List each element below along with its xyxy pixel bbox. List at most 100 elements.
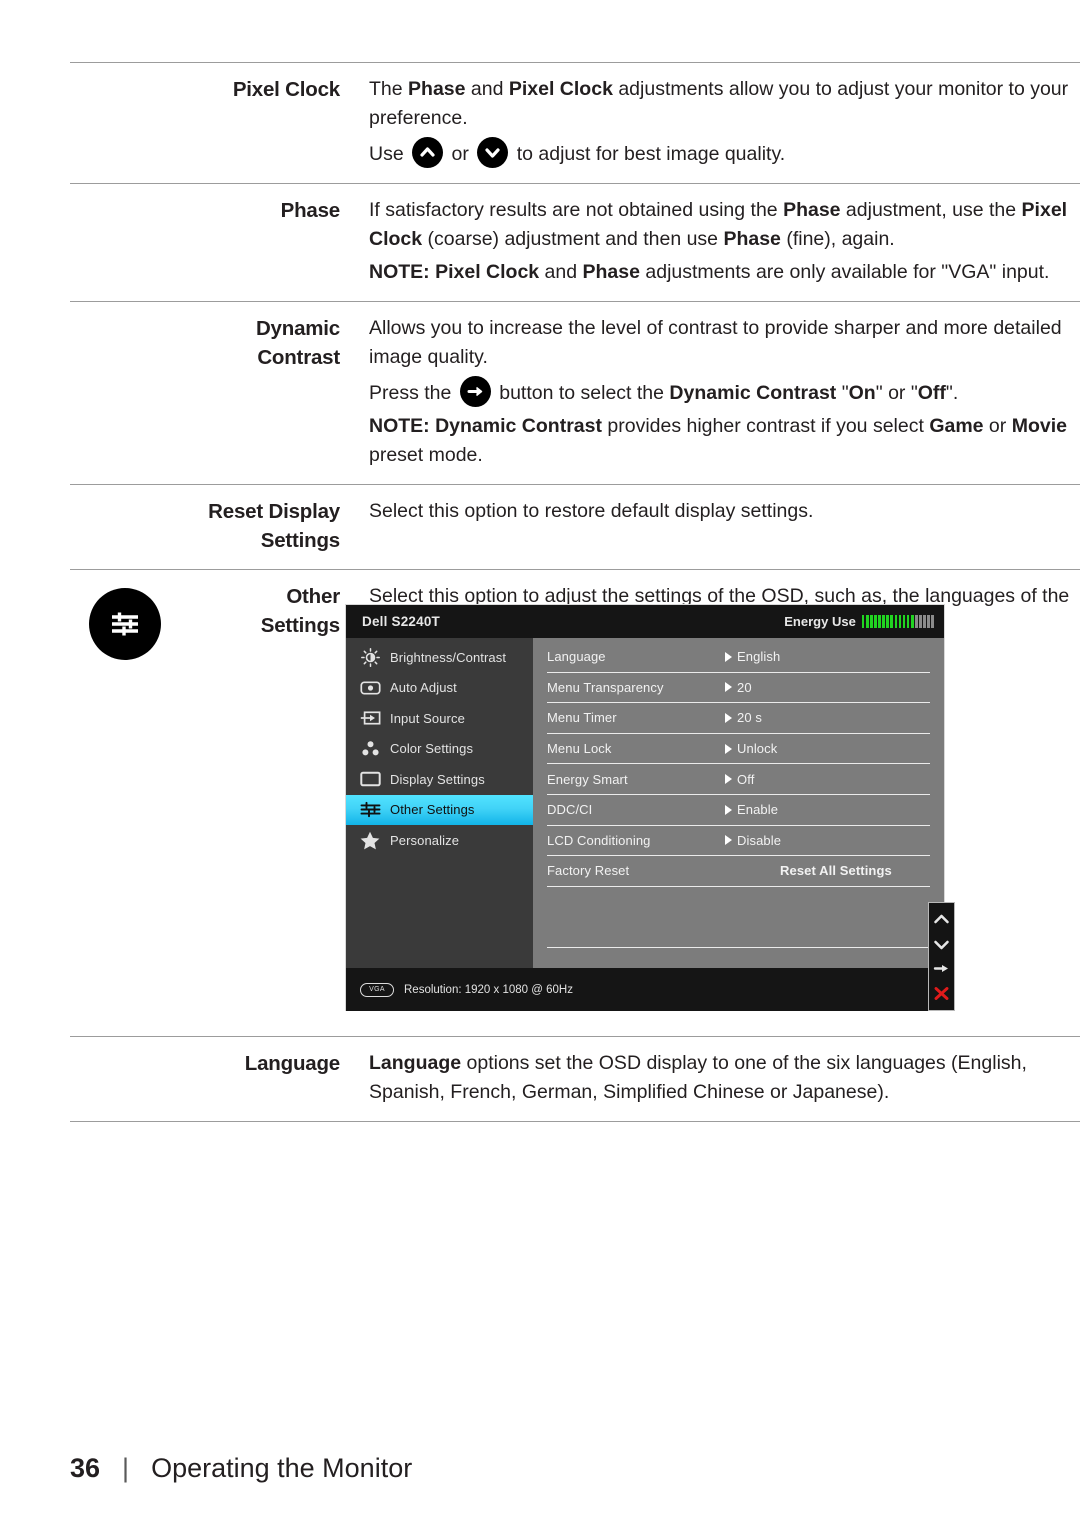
bold-run: Phase — [408, 78, 466, 100]
paragraph: Allows you to increase the level of cont… — [369, 317, 1062, 368]
osd-option-name: LCD Conditioning — [547, 832, 651, 848]
paragraph: Press the button to select the Dynamic C… — [369, 376, 1080, 408]
osd-menu-item-personalize[interactable]: Personalize — [346, 825, 533, 856]
icon-cell — [70, 497, 180, 503]
energy-bar-on — [870, 615, 873, 628]
osd-option-name: Menu Transparency — [547, 679, 664, 695]
row-label-dynamic-contrast: Dynamic Contrast — [180, 314, 340, 372]
bold-run: Dynamic Contrast — [669, 382, 837, 404]
osd-menu-item-label: Personalize — [390, 832, 460, 848]
osd-menu-item-auto-adjust[interactable]: Auto Adjust — [346, 673, 533, 704]
label-line-2: Settings — [260, 614, 340, 637]
osd-option-value-text: English — [737, 649, 781, 665]
osd-option-row[interactable]: Energy Smart Off — [547, 764, 930, 795]
text-run: The — [369, 78, 409, 100]
nav-close-x-icon[interactable] — [933, 982, 950, 1006]
energy-bar-on — [886, 615, 889, 628]
text-run: Press the — [369, 382, 452, 404]
caret-right-icon — [725, 651, 732, 662]
caret-right-icon — [725, 835, 732, 846]
osd-option-value-text: Reset All Settings — [780, 863, 892, 879]
row-label-other-settings: Other Settings — [180, 582, 340, 640]
osd-nav-buttons — [928, 902, 955, 1011]
text-run: Use — [369, 143, 404, 165]
energy-bar-on — [898, 615, 902, 628]
text-run: to adjust for best image quality. — [516, 143, 786, 165]
icon-cell — [70, 75, 180, 81]
row-label-pixel-clock: Pixel Clock — [232, 78, 340, 101]
row-label-phase: Phase — [280, 199, 341, 222]
osd-option-row[interactable]: Menu Lock Unlock — [547, 734, 930, 765]
osd-model-name: Dell S2240T — [362, 614, 440, 629]
osd-option-value-text: 20 — [737, 679, 752, 695]
osd-option-value: Off — [725, 772, 754, 787]
caret-right-icon — [725, 712, 732, 723]
osd-menu-item-color-settings[interactable]: Color Settings — [346, 734, 533, 765]
display-settings-icon — [355, 771, 385, 787]
row-description-reset-display-settings: Select this option to restore default di… — [340, 497, 1080, 526]
label-line-2: Contrast — [257, 346, 340, 369]
row-description-language: Language options set the OSD display to … — [340, 1049, 1080, 1107]
right-arrow-button-icon — [459, 376, 491, 407]
row-label-reset-display-settings: Reset Display Settings — [180, 497, 340, 555]
label-line-2: Settings — [260, 529, 340, 552]
up-arrow-button-icon — [412, 137, 444, 168]
osd-option-row[interactable]: Menu Timer 20 s — [547, 703, 930, 734]
text-run: adjustments are only available for "VGA"… — [639, 261, 1050, 283]
nav-right-arrow-icon[interactable] — [933, 957, 950, 981]
osd-option-row[interactable]: DDC/CI Enable — [547, 795, 930, 826]
bold-run: Language — [369, 1052, 462, 1074]
table-row-dynamic-contrast: Dynamic Contrast Allows you to increase … — [70, 301, 1080, 484]
nav-down-arrow-icon[interactable] — [933, 932, 950, 956]
osd-menu-item-label: Auto Adjust — [390, 680, 457, 696]
osd-option-row-blank — [547, 887, 930, 918]
osd-option-row[interactable]: Language English — [547, 642, 930, 673]
row-label-language: Language — [244, 1052, 340, 1075]
bold-run: Off — [917, 382, 946, 404]
osd-menu-item-label: Display Settings — [390, 771, 485, 787]
bold-run: Phase — [783, 199, 841, 221]
osd-option-row[interactable]: Factory Reset Reset All Settings — [547, 856, 930, 887]
icon-cell — [70, 582, 180, 660]
osd-menu-item-display-settings[interactable]: Display Settings — [346, 764, 533, 795]
paragraph: If satisfactory results are not obtained… — [369, 196, 1080, 254]
sliders-icon — [89, 588, 161, 660]
osd-footer: VGA Resolution: 1920 x 1080 @ 60Hz — [346, 968, 944, 1011]
osd-option-value-text: Disable — [737, 832, 782, 848]
osd-menu-item-other-settings[interactable]: Other Settings — [346, 794, 533, 825]
osd-header: Dell S2240T Energy Use — [346, 605, 944, 638]
energy-bar-off — [923, 615, 926, 628]
osd-option-name: Factory Reset — [547, 863, 630, 879]
bold-run: Game — [929, 415, 984, 437]
text-run: (fine), again. — [780, 228, 895, 250]
osd-option-list: Language English Menu Transparency 20 Menu T… — [533, 638, 944, 968]
paragraph: The Phase and Pixel Clock adjustments al… — [369, 75, 1080, 133]
osd-resolution-text: Resolution: 1920 x 1080 @ 60Hz — [404, 983, 573, 996]
brightness-icon — [355, 647, 385, 667]
energy-bar-on — [902, 615, 906, 628]
text-run: ". — [945, 382, 959, 404]
osd-option-name: Menu Timer — [547, 710, 617, 726]
color-settings-icon — [355, 740, 385, 757]
note-lead: NOTE: — [369, 261, 430, 283]
osd-menu-item-input-source[interactable]: Input Source — [346, 703, 533, 734]
nav-up-arrow-icon[interactable] — [933, 907, 950, 931]
caret-right-icon — [725, 743, 732, 754]
osd-option-name: Language — [547, 649, 606, 665]
osd-option-value: Unlock — [725, 741, 777, 756]
text-run: preset mode. — [369, 444, 483, 466]
osd-option-row[interactable]: Menu Transparency 20 — [547, 673, 930, 704]
osd-option-row[interactable]: LCD Conditioning Disable — [547, 826, 930, 857]
caret-right-icon — [725, 804, 732, 815]
energy-bar-off — [927, 615, 930, 628]
osd-menu-item-brightness-contrast[interactable]: Brightness/Contrast — [346, 642, 533, 673]
text-run: options set the OSD display to one of th… — [369, 1052, 1027, 1103]
energy-use-indicator: Energy Use — [784, 614, 934, 629]
osd-option-name: DDC/CI — [547, 802, 593, 818]
row-description-phase: If satisfactory results are not obtained… — [340, 196, 1080, 287]
osd-option-row-blank — [547, 917, 930, 948]
table-bottom-divider — [70, 1121, 1080, 1122]
paragraph: Use or to adjust for best image quality. — [369, 137, 1080, 169]
text-run: " or " — [875, 382, 918, 404]
bold-run: On — [848, 382, 876, 404]
